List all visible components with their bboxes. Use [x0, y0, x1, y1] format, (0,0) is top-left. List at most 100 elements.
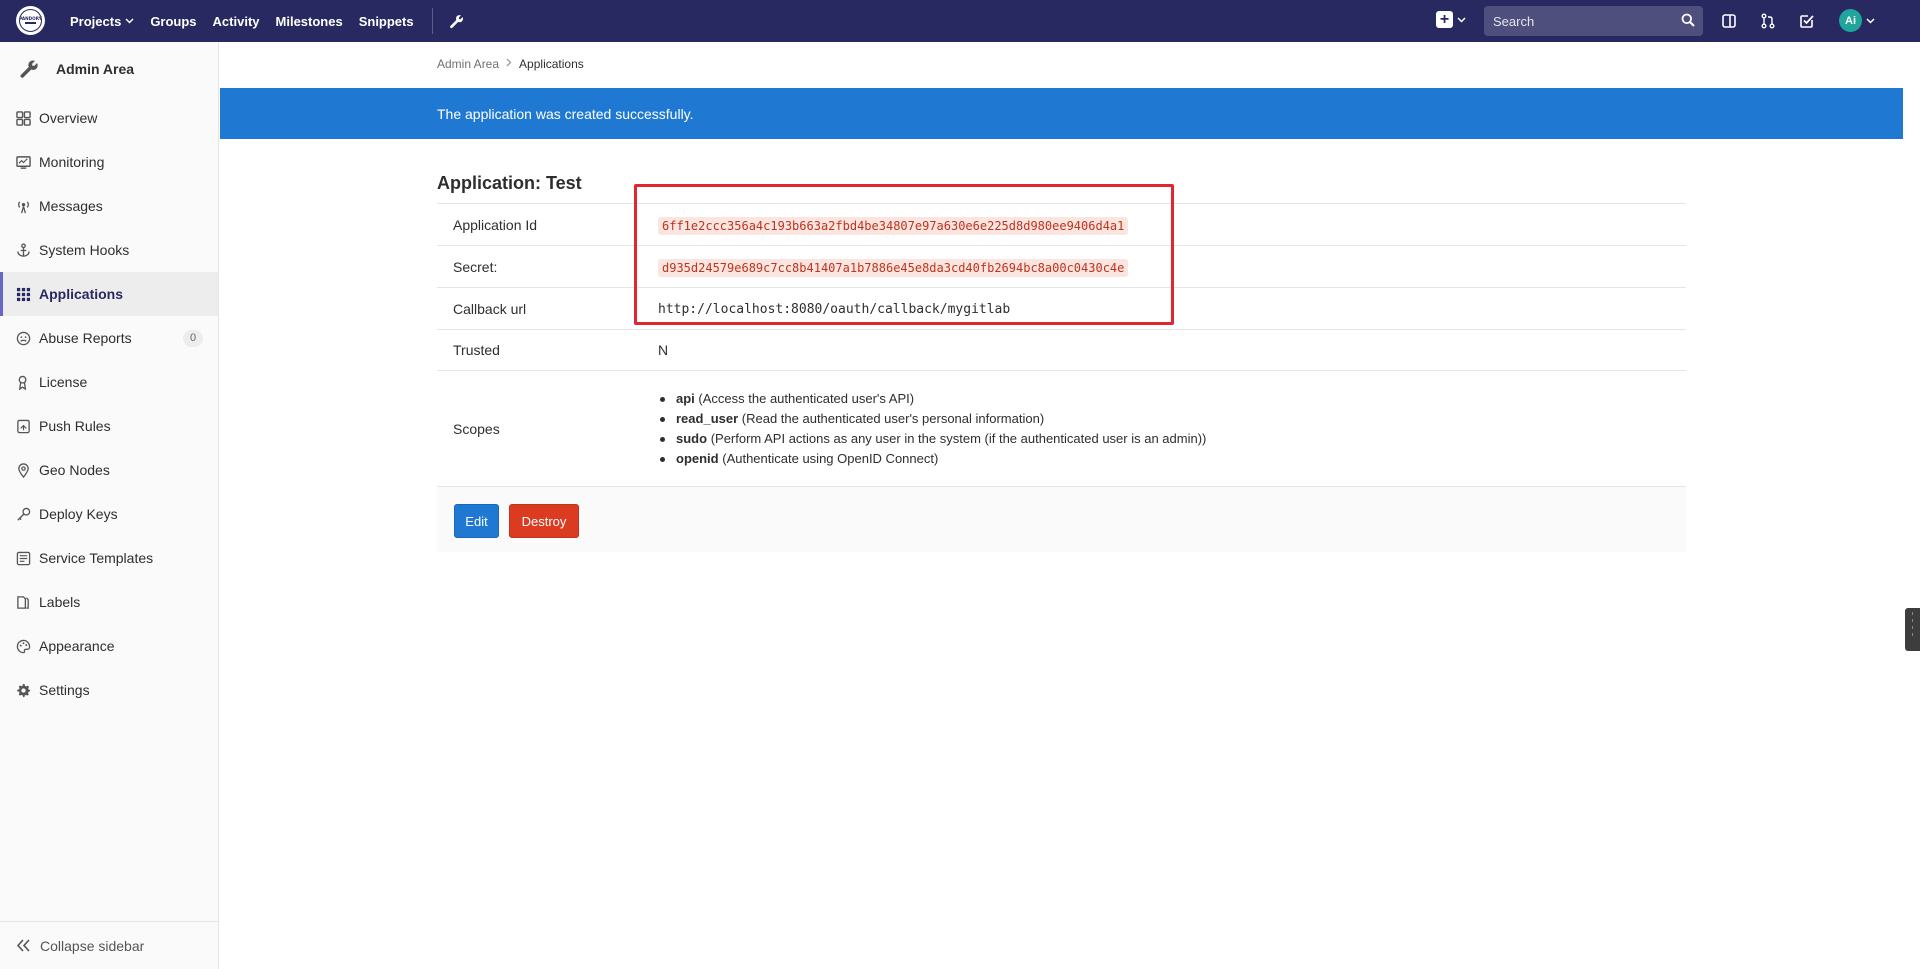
secret-value[interactable]: d935d24579e689c7cc8b41407a1b7886e45e8da3…	[658, 258, 1129, 277]
sidebar-item-messages[interactable]: Messages	[0, 184, 218, 228]
merge-request-icon[interactable]	[1758, 11, 1778, 31]
nav-groups-label: Groups	[150, 13, 197, 29]
sidebar-item-label: Geo Nodes	[39, 462, 110, 478]
sidebar-item-label: Applications	[39, 286, 124, 302]
user-menu[interactable]: Ai	[1839, 9, 1875, 32]
issues-icon[interactable]	[1719, 11, 1739, 31]
sidebar-item-abuse-reports[interactable]: Abuse Reports 0	[0, 316, 218, 360]
sidebar-item-label: License	[39, 374, 88, 390]
nav-snippets[interactable]: Snippets	[351, 0, 422, 42]
nav-snippets-label: Snippets	[358, 13, 414, 29]
palette-icon	[15, 638, 31, 654]
nav-activity[interactable]: Activity	[205, 0, 268, 42]
sidebar-item-license[interactable]: License	[0, 360, 218, 404]
callback-url-label: Callback url	[437, 287, 640, 330]
plus-icon: +	[1436, 11, 1453, 28]
chevron-down-icon	[1866, 16, 1875, 26]
sidebar-item-label: System Hooks	[39, 242, 130, 258]
scope-name: api	[676, 391, 695, 407]
avatar: Ai	[1839, 9, 1862, 32]
scope-name: read_user	[676, 411, 739, 427]
list-item: openid (Authenticate using OpenID Connec…	[658, 449, 1686, 469]
abuse-reports-count-badge: 0	[183, 330, 203, 347]
breadcrumb-applications[interactable]: Applications	[519, 57, 584, 71]
top-navbar: PANDORY Projects Groups Activity Milesto…	[0, 0, 1920, 42]
chevron-down-icon	[125, 16, 134, 26]
app-id-cell: 6ff1e2ccc356a4c193b663a2fbd4be34807e97a6…	[640, 203, 1686, 246]
nav-milestones-label: Milestones	[275, 13, 343, 29]
app-id-label: Application Id	[437, 203, 640, 246]
apps-grid-icon	[15, 286, 31, 302]
admin-wrench-icon[interactable]	[443, 0, 471, 42]
nav-groups[interactable]: Groups	[142, 0, 204, 42]
scopes-label: Scopes	[437, 370, 640, 488]
scope-desc: (Access the authenticated user's API)	[698, 391, 915, 407]
table-row: Trusted N	[437, 329, 1686, 371]
callback-url-cell: http://localhost:8080/oauth/callback/myg…	[640, 287, 1686, 330]
sidebar-item-applications[interactable]: Applications	[0, 272, 218, 316]
sidebar-item-geo-nodes[interactable]: Geo Nodes	[0, 448, 218, 492]
collapse-sidebar-label: Collapse sidebar	[40, 937, 145, 954]
sidebar-item-system-hooks[interactable]: System Hooks	[0, 228, 218, 272]
sidebar-item-monitoring[interactable]: Monitoring	[0, 140, 218, 184]
sidebar-item-label: Messages	[39, 198, 103, 214]
scrollbar-handle[interactable]	[1905, 608, 1920, 651]
callback-url-value[interactable]: http://localhost:8080/oauth/callback/myg…	[658, 302, 1010, 317]
sidebar-item-label: Monitoring	[39, 154, 105, 170]
scopes-cell: api (Access the authenticated user's API…	[640, 370, 1686, 488]
key-icon	[15, 506, 31, 522]
sidebar-item-label: Overview	[39, 110, 98, 126]
form-actions: Edit Destroy	[437, 486, 1686, 552]
list-item: api (Access the authenticated user's API…	[658, 389, 1686, 409]
search-input[interactable]	[1493, 13, 1673, 29]
search-icon[interactable]	[1681, 13, 1695, 30]
sidebar-item-label: Appearance	[39, 638, 115, 654]
sidebar-item-settings[interactable]: Settings	[0, 668, 218, 712]
gear-icon	[15, 682, 31, 698]
table-row: Application Id 6ff1e2ccc356a4c193b663a2f…	[437, 203, 1686, 246]
flash-message: The application was created successfully…	[437, 105, 694, 122]
sidebar-item-label: Service Templates	[39, 550, 154, 566]
sidebar-item-deploy-keys[interactable]: Deploy Keys	[0, 492, 218, 536]
todo-check-icon[interactable]	[1797, 11, 1817, 31]
sidebar-item-service-templates[interactable]: Service Templates	[0, 536, 218, 580]
scope-desc: (Read the authenticated user's personal …	[741, 411, 1045, 427]
scope-desc: (Perform API actions as any user in the …	[710, 431, 1207, 447]
edit-button[interactable]: Edit	[454, 504, 499, 538]
nav-links: Projects Groups Activity Milestones Snip…	[62, 0, 471, 42]
secret-label: Secret:	[437, 245, 640, 288]
scope-desc: (Authenticate using OpenID Connect)	[722, 451, 939, 467]
labels-icon	[15, 594, 31, 610]
sidebar-item-label: Deploy Keys	[39, 506, 118, 522]
new-item-dropdown[interactable]: +	[1436, 11, 1466, 28]
sidebar-item-push-rules[interactable]: Push Rules	[0, 404, 218, 448]
brand-logo-icon[interactable]: PANDORY	[16, 6, 45, 35]
sidebar-item-appearance[interactable]: Appearance	[0, 624, 218, 668]
overview-icon	[15, 110, 31, 126]
push-rules-icon	[15, 418, 31, 434]
nav-projects[interactable]: Projects	[62, 0, 142, 42]
application-details-table: Application Id 6ff1e2ccc356a4c193b663a2f…	[437, 203, 1686, 488]
table-row: Scopes api (Access the authenticated use…	[437, 370, 1686, 488]
sidebar-item-overview[interactable]: Overview	[0, 96, 218, 140]
sidebar-item-label: Push Rules	[39, 418, 111, 434]
collapse-sidebar-button[interactable]: Collapse sidebar	[0, 921, 218, 969]
sidebar-item-labels[interactable]: Labels	[0, 580, 218, 624]
geo-pin-icon	[15, 462, 31, 478]
nav-milestones[interactable]: Milestones	[268, 0, 351, 42]
sidebar-header[interactable]: Admin Area	[0, 42, 218, 96]
anchor-icon	[15, 242, 31, 258]
monitor-icon	[15, 154, 31, 170]
search-box	[1484, 6, 1703, 36]
app-id-value[interactable]: 6ff1e2ccc356a4c193b663a2fbd4be34807e97a6…	[658, 216, 1129, 235]
sidebar-item-label: Settings	[39, 682, 90, 698]
chevron-right-icon	[506, 58, 512, 70]
sidebar-title: Admin Area	[56, 61, 135, 77]
scope-name: openid	[676, 451, 719, 467]
breadcrumb-admin-area[interactable]: Admin Area	[437, 57, 499, 71]
destroy-button[interactable]: Destroy	[509, 504, 579, 538]
list-item: sudo (Perform API actions as any user in…	[658, 429, 1686, 449]
smiley-icon	[15, 330, 31, 346]
admin-sidebar: Admin Area Overview Monitoring Messages …	[0, 42, 219, 969]
wrench-icon	[16, 56, 42, 82]
